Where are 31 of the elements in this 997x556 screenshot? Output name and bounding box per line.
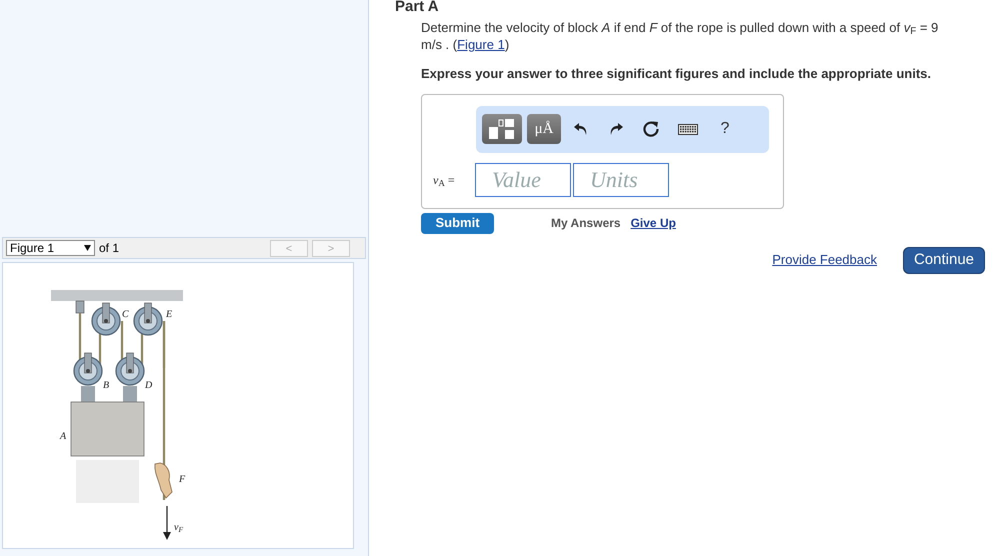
figure-select[interactable]: Figure 1 — [6, 240, 95, 256]
figure-label: v$_{F}$ — [174, 522, 184, 534]
part-title: Part A — [395, 0, 439, 17]
figure-label: A — [60, 431, 66, 443]
dropdown-caret-icon — [84, 245, 91, 251]
instruction-text: Express your answer to three significant figures and include the appropriate units. — [421, 65, 932, 83]
fraction-template-icon — [488, 118, 516, 140]
symbols-button[interactable]: μÅ — [527, 114, 561, 144]
units-field[interactable]: Units — [573, 162, 669, 196]
reset-icon — [642, 120, 660, 138]
help-button[interactable]: ? — [710, 114, 740, 144]
submit-button[interactable]: Submit — [421, 212, 494, 234]
figure-label: D — [145, 380, 152, 392]
provide-feedback-link[interactable]: Provide Feedback — [772, 250, 877, 270]
value-field[interactable]: Value — [475, 162, 571, 196]
figure-label: B — [103, 380, 110, 392]
figure-count: of 1 — [99, 240, 120, 257]
figure-label: E — [166, 309, 172, 321]
problem-text: Determine the velocity of block A if end F of the rope is pulled down with a speed of v$_{F}$ = 9 m/s . (Figure 1) — [421, 19, 940, 53]
continue-button[interactable]: Continue — [903, 246, 985, 274]
answer-label: v$_{A}$ = — [433, 172, 456, 188]
figure-label: C — [122, 309, 129, 321]
redo-icon — [608, 122, 624, 136]
figure-label: F — [179, 474, 186, 486]
templates-button[interactable] — [482, 114, 522, 144]
give-up-link[interactable]: Give Up — [630, 214, 676, 232]
undo-icon — [573, 122, 589, 136]
my-answers-link[interactable]: My Answers — [551, 214, 621, 232]
keyboard-icon — [678, 124, 698, 134]
figure-select-value: Figure 1 — [10, 240, 54, 257]
figure-link[interactable]: Figure 1 — [457, 37, 505, 52]
